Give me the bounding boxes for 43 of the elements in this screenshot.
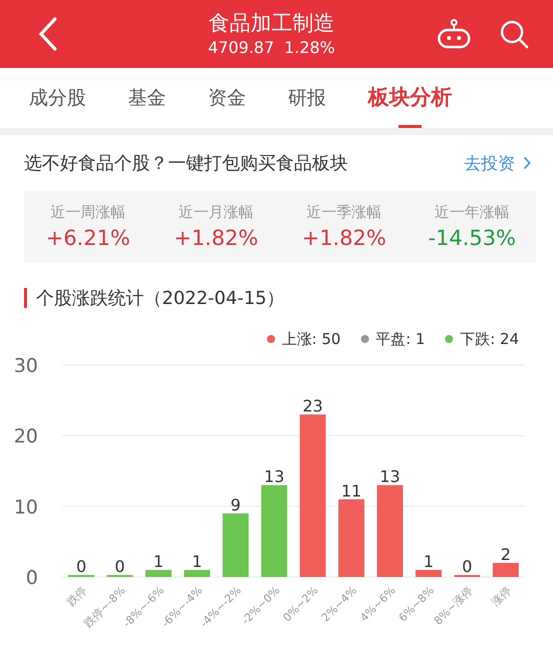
section-tab[interactable]: 成分股 [14,68,101,128]
stat-value: -14.53% [428,225,516,252]
legend-label: 下跌: 24 [460,330,519,348]
section-tab[interactable]: 基金 [113,68,181,128]
index-change: 1.28% [284,37,335,59]
bar-value-label: 13 [264,467,284,486]
bar-value-label: 11 [341,481,362,500]
x-tick-label: 跌停 [64,584,90,609]
chevron-right-icon [523,156,531,170]
stat-label: 近一季涨幅 [306,202,382,223]
y-tick-label: 20 [14,426,38,448]
y-tick-label: 0 [26,567,38,589]
bar-value-label: 9 [230,495,241,514]
bar-value-label: 13 [380,467,400,486]
robot-icon[interactable] [437,19,471,49]
stat-value: +1.82% [302,225,386,252]
section-tab[interactable]: 研报 [273,68,341,128]
legend-label: 平盘: 1 [376,330,426,348]
y-tick-label: 30 [14,355,38,377]
stat-label: 近一年涨幅 [434,202,510,223]
section-title: 个股涨跌统计（2022-04-15） [36,287,285,310]
stat-value: +6.21% [46,225,130,252]
search-icon[interactable] [499,19,529,49]
stat-value: +1.82% [174,225,258,252]
index-price: 4709.87 [208,37,274,59]
section-tab[interactable]: 资金 [193,68,261,128]
legend-label: 上涨: 50 [282,330,341,348]
bar-value-label: 23 [302,396,323,416]
page-title: 食品加工制造 [208,10,334,37]
bar-value-label: 0 [114,557,125,576]
bar-value-label: 1 [153,552,164,571]
y-tick-label: 10 [14,496,38,518]
bar-value-label: 2 [500,544,511,564]
bar-value-label: 1 [192,552,202,571]
stat-label: 近一月涨幅 [178,202,254,223]
accent-bar [24,288,27,308]
stat-label: 近一周涨幅 [50,202,126,223]
bar-value-label: 1 [423,552,434,571]
back-icon[interactable] [38,17,58,51]
bar-value-label: 0 [462,557,472,576]
promo-text: 选不好食品个股？一键打包购买食品板块 [24,152,348,175]
bar-value-label: 0 [76,557,86,576]
x-tick-label: 涨停 [489,584,514,609]
